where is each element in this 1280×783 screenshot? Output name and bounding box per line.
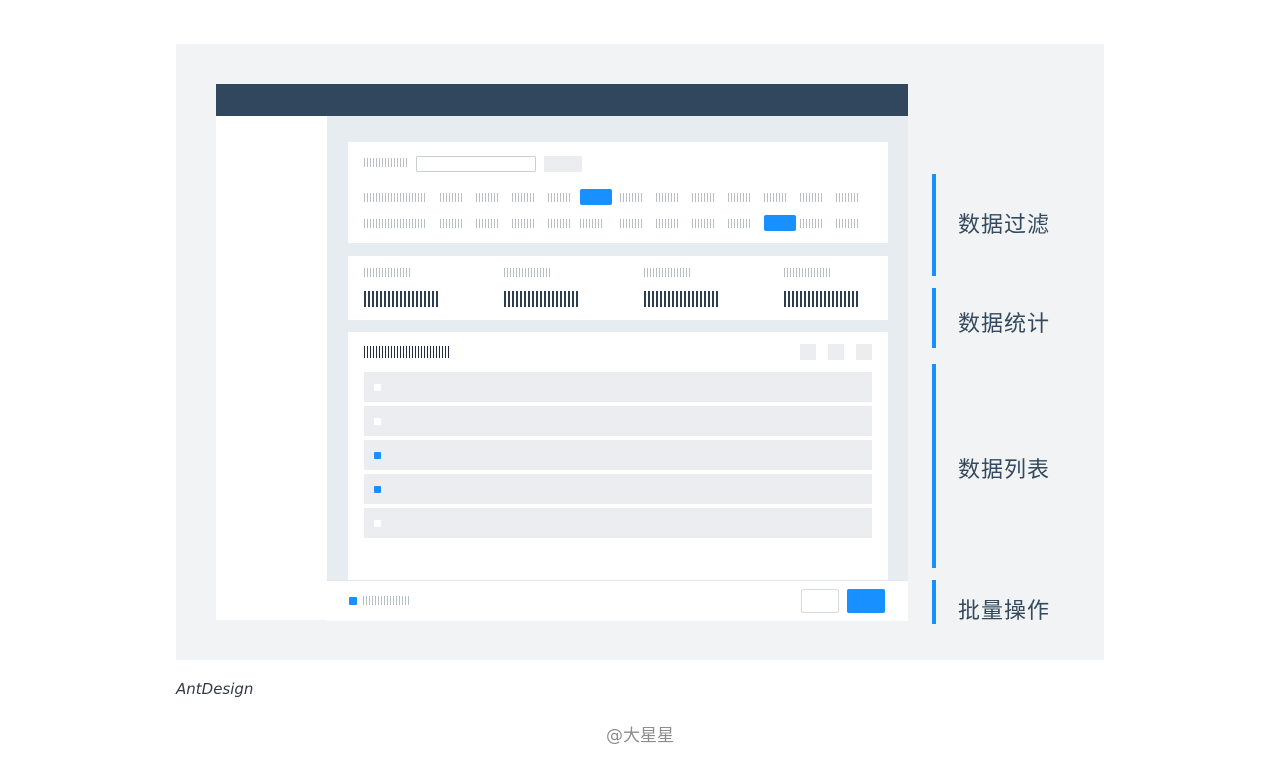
list-title-placeholder [364, 346, 450, 358]
list-card [348, 332, 888, 580]
row-checkbox[interactable] [374, 486, 381, 493]
filter-field-label [364, 158, 408, 167]
app-main-area [327, 116, 908, 580]
filter-tag[interactable] [800, 193, 822, 202]
filter-tag[interactable] [656, 193, 678, 202]
brand-caption: AntDesign [176, 680, 254, 698]
list-section-bar [932, 364, 936, 568]
filter-tag[interactable] [656, 219, 678, 228]
stat-label-4 [784, 268, 830, 277]
batch-cancel-button[interactable] [801, 589, 839, 613]
filter-tag[interactable] [800, 219, 822, 228]
list-row[interactable] [364, 474, 872, 504]
filter-search-button[interactable] [544, 156, 582, 172]
filter-tag[interactable] [728, 219, 750, 228]
filter-tag[interactable] [620, 193, 642, 202]
stat-label-3 [644, 268, 690, 277]
filter-tag[interactable] [836, 193, 858, 202]
batch-section-label: 批量操作 [958, 599, 1051, 624]
list-row[interactable] [364, 372, 872, 402]
filter-tag-selected[interactable] [764, 215, 796, 231]
filter-row-label[interactable] [364, 219, 426, 228]
row-checkbox[interactable] [374, 418, 381, 425]
mock-app-window [216, 84, 908, 621]
filter-section-bar [932, 174, 936, 276]
filter-tag[interactable] [476, 219, 498, 228]
author-watermark: @大星星 [606, 726, 674, 746]
filter-tag[interactable] [476, 193, 498, 202]
filter-tag[interactable] [692, 219, 714, 228]
filter-row-label[interactable] [364, 193, 426, 202]
filter-tag-selected[interactable] [580, 189, 612, 205]
row-checkbox[interactable] [374, 452, 381, 459]
filter-tag[interactable] [728, 193, 750, 202]
filter-tag[interactable] [440, 193, 462, 202]
filter-tag[interactable] [620, 219, 642, 228]
list-row[interactable] [364, 508, 872, 538]
filter-tag[interactable] [548, 219, 570, 228]
filter-tag[interactable] [548, 193, 570, 202]
list-section-label: 数据列表 [958, 458, 1051, 483]
app-header-bar [216, 84, 908, 116]
stat-label-1 [364, 268, 410, 277]
batch-action-footer [327, 580, 908, 621]
filter-tag[interactable] [692, 193, 714, 202]
filter-tag[interactable] [512, 219, 534, 228]
filter-card [348, 142, 888, 243]
filter-section-label: 数据过滤 [958, 213, 1051, 238]
row-checkbox[interactable] [374, 384, 381, 391]
select-all-checkbox[interactable] [349, 597, 357, 605]
list-action-icon-2[interactable] [828, 344, 844, 360]
stats-section-label: 数据统计 [958, 312, 1051, 337]
stat-value-1 [364, 291, 438, 307]
row-checkbox[interactable] [374, 520, 381, 527]
stat-value-4 [784, 291, 858, 307]
list-row[interactable] [364, 406, 872, 436]
stat-label-2 [504, 268, 550, 277]
filter-tag[interactable] [512, 193, 534, 202]
filter-tag[interactable] [764, 193, 786, 202]
filter-tag[interactable] [836, 219, 858, 228]
batch-section-bar [932, 580, 936, 624]
stat-value-2 [504, 291, 578, 307]
stat-value-3 [644, 291, 718, 307]
filter-search-input[interactable] [416, 156, 536, 172]
list-row[interactable] [364, 440, 872, 470]
list-action-icon-3[interactable] [856, 344, 872, 360]
stats-section-bar [932, 288, 936, 348]
selected-count-placeholder [363, 596, 409, 605]
filter-tag[interactable] [440, 219, 462, 228]
list-action-icon-1[interactable] [800, 344, 816, 360]
batch-confirm-button[interactable] [847, 589, 885, 613]
stats-card [348, 256, 888, 320]
filter-tag[interactable] [580, 219, 602, 228]
app-sidebar [216, 116, 328, 620]
